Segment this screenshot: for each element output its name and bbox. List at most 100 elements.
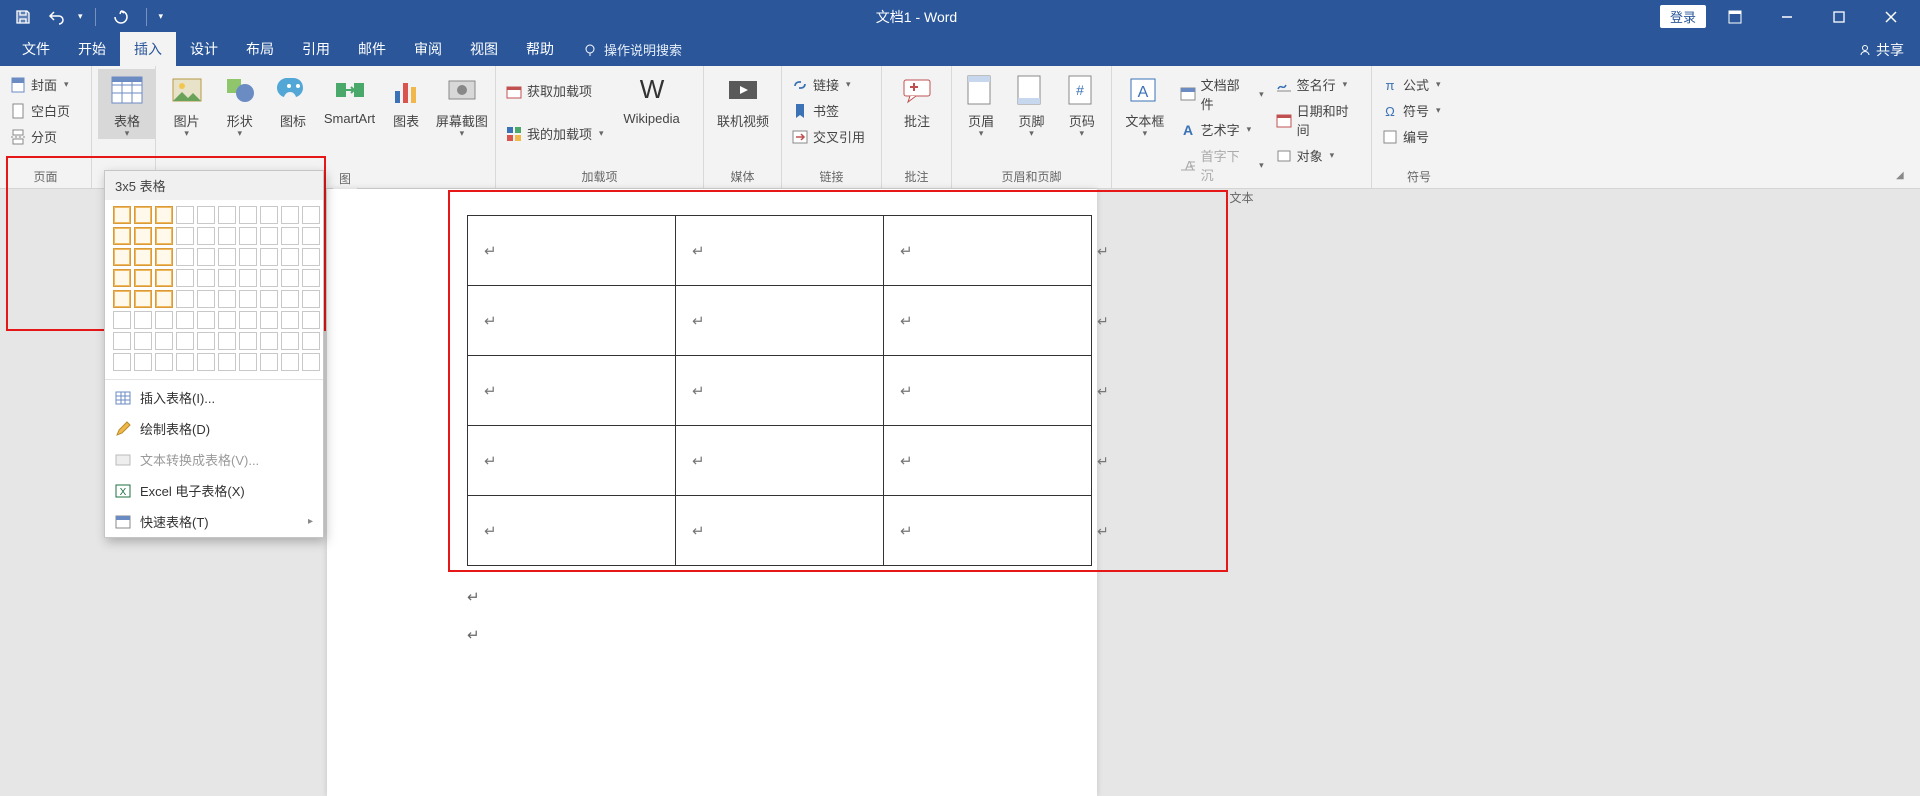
table-grid-cell[interactable] [302, 311, 320, 329]
table-grid-cell[interactable] [281, 227, 299, 245]
table-grid-cell[interactable] [197, 269, 215, 287]
table-grid-cell[interactable] [176, 290, 194, 308]
icons-button[interactable]: 图标 [268, 69, 317, 130]
quick-tables-menu[interactable]: 快速表格(T)▸ [105, 506, 323, 537]
screenshot-button[interactable]: 屏幕截图▾ [435, 69, 489, 139]
table-grid-cell[interactable] [176, 248, 194, 266]
blank-page-button[interactable]: 空白页 [6, 99, 85, 122]
table-grid-cell[interactable] [134, 269, 152, 287]
quick-parts-button[interactable]: 文档部件▾ [1176, 73, 1268, 115]
header-button[interactable]: 页眉▾ [958, 69, 1004, 139]
tab-help[interactable]: 帮助 [512, 32, 568, 66]
table-grid-cell[interactable] [239, 248, 257, 266]
table-grid-cell[interactable] [302, 290, 320, 308]
table-grid-cell[interactable] [155, 290, 173, 308]
wikipedia-button[interactable]: WWikipedia [612, 69, 692, 126]
table-grid-cell[interactable] [302, 206, 320, 224]
number-button[interactable]: 编号 [1378, 125, 1460, 148]
table-grid-cell[interactable] [176, 311, 194, 329]
tab-references[interactable]: 引用 [288, 32, 344, 66]
table-grid-cell[interactable] [155, 332, 173, 350]
excel-spreadsheet-menu[interactable]: XExcel 电子表格(X) [105, 475, 323, 506]
table-grid-cell[interactable] [260, 290, 278, 308]
table-grid-cell[interactable] [155, 206, 173, 224]
table-grid-cell[interactable] [302, 227, 320, 245]
table-grid-cell[interactable] [281, 311, 299, 329]
draw-table-menu[interactable]: 绘制表格(D) [105, 413, 323, 444]
table-grid-cell[interactable] [302, 353, 320, 371]
table-grid-cell[interactable] [218, 332, 236, 350]
table-grid-cell[interactable] [281, 332, 299, 350]
table-grid-cell[interactable] [134, 332, 152, 350]
table-grid-cell[interactable] [281, 290, 299, 308]
table-grid-cell[interactable] [176, 206, 194, 224]
table-grid-cell[interactable] [239, 227, 257, 245]
shapes-button[interactable]: 形状▾ [215, 69, 264, 139]
table-grid-cell[interactable] [134, 290, 152, 308]
ribbon-options-icon[interactable] [1712, 0, 1758, 33]
collapse-ribbon-icon[interactable]: ◢ [1896, 170, 1910, 184]
textbox-button[interactable]: A文本框▾ [1118, 69, 1172, 139]
dropcap-button[interactable]: A首字下沉▾ [1176, 144, 1268, 186]
table-grid-cell[interactable] [218, 227, 236, 245]
table-grid-cell[interactable] [197, 311, 215, 329]
table-grid-cell[interactable] [113, 290, 131, 308]
table-grid-cell[interactable] [176, 269, 194, 287]
tab-home[interactable]: 开始 [64, 32, 120, 66]
table-grid-cell[interactable] [113, 269, 131, 287]
minimize-icon[interactable] [1764, 0, 1810, 33]
login-button[interactable]: 登录 [1660, 5, 1706, 28]
table-grid-cell[interactable] [239, 311, 257, 329]
table-grid-cell[interactable] [134, 311, 152, 329]
table-grid-cell[interactable] [260, 269, 278, 287]
table-grid-cell[interactable] [218, 353, 236, 371]
table-grid-cell[interactable] [260, 206, 278, 224]
table-grid-cell[interactable] [197, 248, 215, 266]
tab-view[interactable]: 视图 [456, 32, 512, 66]
get-addins-button[interactable]: 获取加载项 [502, 79, 608, 102]
footer-button[interactable]: 页脚▾ [1008, 69, 1054, 139]
cross-reference-button[interactable]: 交叉引用 [788, 125, 875, 148]
table-grid-cell[interactable] [134, 353, 152, 371]
smartart-button[interactable]: SmartArt [322, 69, 378, 126]
date-time-button[interactable]: 日期和时间 [1272, 99, 1365, 141]
table-grid-cell[interactable] [155, 227, 173, 245]
table-grid-cell[interactable] [239, 269, 257, 287]
table-grid-cell[interactable] [260, 353, 278, 371]
tab-review[interactable]: 审阅 [400, 32, 456, 66]
table-grid-cell[interactable] [239, 290, 257, 308]
table-grid-cell[interactable] [176, 227, 194, 245]
table-grid-cell[interactable] [197, 206, 215, 224]
bookmark-button[interactable]: 书签 [788, 99, 875, 122]
table-grid-cell[interactable] [218, 290, 236, 308]
table-grid-cell[interactable] [197, 353, 215, 371]
undo-icon[interactable] [44, 4, 70, 30]
tell-me-search[interactable]: 操作说明搜索 [568, 33, 696, 66]
table-grid-cell[interactable] [218, 269, 236, 287]
table-grid-cell[interactable] [197, 290, 215, 308]
table-grid-cell[interactable] [197, 332, 215, 350]
table-grid-cell[interactable] [218, 311, 236, 329]
table-grid-cell[interactable] [113, 353, 131, 371]
table-grid-cell[interactable] [113, 206, 131, 224]
table-grid-cell[interactable] [134, 248, 152, 266]
table-grid-cell[interactable] [176, 332, 194, 350]
table-grid-cell[interactable] [281, 353, 299, 371]
table-grid-cell[interactable] [239, 353, 257, 371]
table-grid-cell[interactable] [260, 332, 278, 350]
table-button[interactable]: 表格▾ [98, 69, 156, 139]
inserted-table[interactable]: ↵↵↵ ↵↵↵ ↵↵↵ ↵↵↵ ↵↵↵ [467, 215, 1092, 566]
equation-button[interactable]: π公式▾ [1378, 73, 1460, 96]
table-grid-cell[interactable] [113, 227, 131, 245]
table-grid-cell[interactable] [239, 332, 257, 350]
wordart-button[interactable]: A艺术字▾ [1176, 118, 1268, 141]
table-grid-cell[interactable] [113, 311, 131, 329]
page-break-button[interactable]: 分页 [6, 125, 85, 148]
table-grid-cell[interactable] [134, 227, 152, 245]
document-page[interactable]: ↵↵↵ ↵↵↵ ↵↵↵ ↵↵↵ ↵↵↵ ↵ ↵ ↵ ↵ ↵ ↵ ↵ [327, 189, 1097, 796]
table-grid-cell[interactable] [155, 353, 173, 371]
table-grid-cell[interactable] [176, 353, 194, 371]
table-grid-cell[interactable] [302, 269, 320, 287]
table-grid-cell[interactable] [218, 248, 236, 266]
table-grid-cell[interactable] [155, 248, 173, 266]
